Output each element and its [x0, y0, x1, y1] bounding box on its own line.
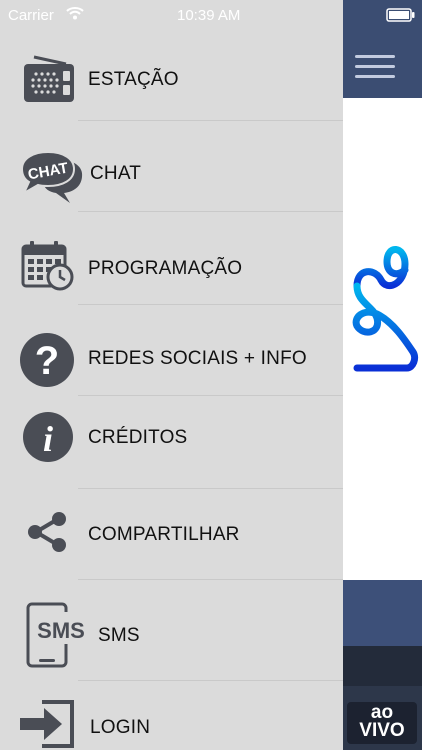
menu-item-label: REDES SOCIAIS + INFO	[88, 348, 307, 369]
menu-item-label: PROGRAMAÇÃO	[88, 258, 243, 279]
content-strip	[343, 646, 422, 686]
chat-bubble-icon: CHAT	[20, 150, 83, 203]
menu-item-sms[interactable]: SMS SMS	[0, 580, 343, 680]
menu-item-programacao[interactable]: PROGRAMAÇÃO	[0, 212, 343, 304]
content-panel	[343, 580, 422, 646]
side-menu-drawer: ESTAÇÃO CHAT CHAT PROGRAMAÇÃO ? REDES SO…	[0, 0, 343, 750]
menu-item-creditos[interactable]: i CRÉDITOS	[0, 396, 343, 488]
status-time: 10:39 AM	[177, 7, 241, 24]
menu-item-label: CHAT	[90, 163, 142, 184]
menu-item-label: ESTAÇÃO	[88, 69, 179, 90]
menu-item-label: COMPARTILHAR	[88, 524, 240, 545]
status-bar: Carrier 10:39 AM	[0, 0, 343, 30]
menu-item-label: CRÉDITOS	[88, 427, 188, 448]
question-icon: ?	[20, 333, 74, 387]
radio-icon	[24, 55, 74, 102]
menu-item-chat[interactable]: CHAT CHAT	[0, 121, 343, 211]
login-icon	[20, 700, 74, 748]
wifi-icon	[66, 7, 84, 20]
live-badge-line2: VIVO	[359, 720, 405, 741]
svg-text:i: i	[43, 419, 53, 459]
menu-item-login[interactable]: LOGIN	[0, 681, 343, 750]
sms-phone-icon: SMS	[26, 602, 86, 668]
menu-item-compartilhar[interactable]: COMPARTILHAR	[0, 489, 343, 579]
menu-item-label: SMS	[98, 625, 140, 646]
menu-item-estacao[interactable]: ESTAÇÃO	[0, 40, 343, 120]
main-content-peek[interactable]: ao VIVO	[343, 0, 422, 750]
info-icon: i	[23, 412, 73, 462]
calendar-clock-icon	[21, 241, 74, 291]
logo-wave-icon	[352, 246, 419, 372]
svg-text:SMS: SMS	[37, 618, 85, 643]
menu-item-label: LOGIN	[90, 717, 151, 738]
menu-item-redes-sociais[interactable]: ? REDES SOCIAIS + INFO	[0, 305, 343, 395]
share-icon	[28, 512, 66, 552]
battery-icon	[386, 8, 415, 22]
svg-text:?: ?	[35, 339, 59, 383]
hamburger-menu-button[interactable]	[353, 45, 401, 87]
live-badge[interactable]: ao VIVO	[347, 702, 417, 744]
carrier-label: Carrier	[8, 7, 54, 24]
